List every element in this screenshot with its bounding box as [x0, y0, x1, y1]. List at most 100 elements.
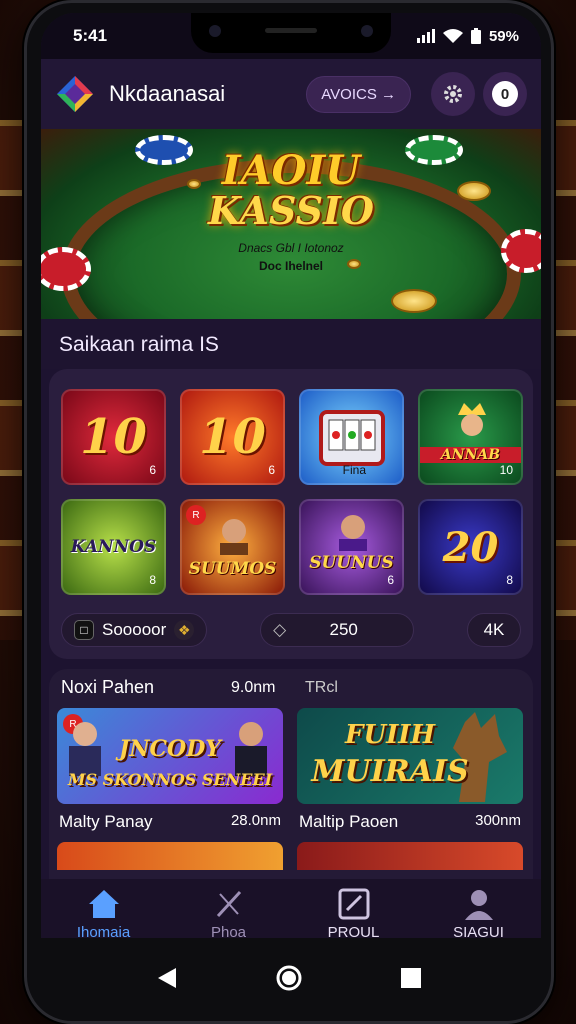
game-tile-label: ANNAB	[420, 447, 521, 463]
speaker-grille	[265, 28, 317, 33]
app-name: Nkdaanasai	[109, 81, 226, 106]
game-tile-label: SUUNUS	[309, 553, 394, 573]
status-icons: 59%	[416, 27, 519, 45]
featured-card-image: FUIIH MUIRAIS	[297, 708, 523, 804]
camera-notch	[191, 13, 391, 53]
settings-button[interactable]	[431, 72, 475, 116]
chip-icon: R	[186, 505, 206, 525]
game-tile-label: 10	[199, 409, 266, 465]
character-icon	[339, 515, 367, 551]
profile-badge: 0	[492, 81, 518, 107]
game-tile[interactable]: 10 6	[180, 389, 285, 485]
home-icon	[88, 889, 119, 918]
nav-home[interactable]: Ihomaia	[49, 888, 159, 939]
profile-button[interactable]: 0	[483, 72, 527, 116]
featured-cards: R JNCODY MS SKONNOS SENEEI Malty Panay 2…	[57, 708, 525, 870]
king-icon	[458, 403, 486, 436]
featured-card-price: 300nm	[475, 812, 521, 829]
nav-profile[interactable]: PROUL	[299, 888, 409, 938]
total-value: 4K	[483, 620, 505, 639]
featured-heading: Noxi Pahen	[61, 677, 155, 697]
status-bar: 5:41 59%	[41, 13, 541, 59]
promo-button[interactable]: AVOICS →	[306, 75, 411, 113]
back-icon[interactable]	[156, 966, 178, 990]
filter-pill[interactable]: □ Sooooor ❖	[61, 613, 208, 647]
hero-title-line1: IAOIU	[221, 147, 361, 194]
game-grid: 10 6 10 6 Fina ANNAB 10 KANNOS 8 R SUUMO…	[61, 389, 523, 595]
recents-icon[interactable]	[400, 967, 422, 989]
nav-play-label: Phoa	[210, 923, 247, 939]
game-tile[interactable]: R SUUMOS	[180, 499, 285, 595]
next-card-peek[interactable]	[57, 842, 283, 870]
game-tile-label: 10	[80, 409, 147, 465]
game-tile-badge: 10	[499, 463, 513, 477]
battery-percent: 59%	[488, 27, 519, 45]
featured-card-meta: Maltip Paoen 300nm	[297, 804, 523, 840]
game-tile[interactable]: ANNAB 10	[418, 389, 523, 485]
featured-card-subtitle: MS SKONNOS SENEEI	[67, 770, 273, 789]
phone-frame: 5:41 59% Nkdaanasai AVOICS → 0 IAOIU KAS…	[24, 0, 554, 1024]
nav-stage-label: SIAGUI	[453, 923, 504, 939]
hero-title-line2: KASSIO	[208, 188, 374, 233]
game-tile-label: 20	[442, 523, 499, 571]
total-pill[interactable]: 4K	[467, 613, 521, 647]
featured-card-name: Maltip Paoen	[299, 812, 399, 831]
sensor-icon	[361, 25, 373, 37]
game-tile[interactable]: 20 8	[418, 499, 523, 595]
game-tile-badge: 8	[149, 573, 156, 587]
bottom-nav: Ihomaia Phoa PROUL SIAGUI	[41, 879, 541, 938]
count-pill[interactable]: ◇ 250	[260, 613, 415, 647]
app-logo-icon[interactable]	[55, 74, 95, 114]
game-tile[interactable]: SUUNUS 6	[299, 499, 404, 595]
coin-icon	[391, 289, 437, 313]
game-tile[interactable]: Fina	[299, 389, 404, 485]
filter-icon: □	[74, 620, 94, 640]
game-tile-badge: 6	[387, 573, 394, 587]
app-screen: 5:41 59% Nkdaanasai AVOICS → 0 IAOIU KAS…	[41, 13, 541, 938]
game-tile-label: SUUMOS	[188, 559, 277, 579]
coin-icon: ❖	[174, 620, 195, 640]
next-card-peek[interactable]	[297, 842, 523, 870]
featured-card-title: JNCODY	[119, 736, 221, 762]
nav-play[interactable]: Phoa	[174, 888, 284, 939]
hero-title: IAOIU KASSIO	[41, 151, 541, 231]
filter-label: Sooooor	[102, 620, 167, 639]
featured-heading-value: 9.0nm	[231, 678, 276, 696]
home-circle-icon[interactable]	[275, 964, 303, 992]
featured-card-title: FUIIH	[344, 720, 436, 750]
nav-stage[interactable]: SIAGUI	[424, 888, 534, 939]
character-icon	[220, 519, 248, 555]
game-grid-panel: 10 6 10 6 Fina ANNAB 10 KANNOS 8 R SUUMO…	[49, 369, 533, 659]
featured-card-subtitle: MUIRAIS	[311, 754, 469, 789]
app-header: Nkdaanasai AVOICS → 0	[41, 59, 541, 129]
count-value: 250	[329, 620, 358, 639]
section-title: Saikaan raima IS	[41, 319, 541, 369]
battery-icon	[470, 28, 481, 44]
gear-icon	[444, 85, 462, 103]
featured-panel: Noxi Pahen 9.0nm TRcl R JNCODY MS SKONNO…	[49, 669, 533, 879]
game-tile-badge: 8	[506, 573, 513, 587]
featured-card-name: Malty Panay	[59, 812, 153, 831]
game-tile[interactable]: 10 6	[61, 389, 166, 485]
game-tile-label: KANNOS	[70, 537, 157, 557]
wifi-icon	[442, 29, 463, 43]
edit-icon	[338, 888, 369, 919]
grid-footer: □ Sooooor ❖ ◇ 250 4K	[61, 613, 521, 647]
featured-card[interactable]: R JNCODY MS SKONNOS SENEEI Malty Panay 2…	[57, 708, 283, 870]
featured-card-price: 28.0nm	[230, 812, 281, 829]
featured-card[interactable]: FUIIH MUIRAIS Maltip Paoen 300nm	[297, 708, 523, 870]
system-nav-bar	[27, 948, 551, 1008]
featured-heading-tag: TRcl	[305, 678, 338, 696]
nav-home-label: Ihomaia	[76, 923, 131, 939]
hero-banner[interactable]: IAOIU KASSIO Dnacs Gbl I Iotonoz Doc Ihe…	[41, 129, 541, 319]
user-icon	[464, 889, 493, 920]
diamond-icon: ◇	[273, 620, 287, 639]
hero-subtitle-2: Doc Ihelnel	[258, 259, 323, 273]
game-tile[interactable]: KANNOS 8	[61, 499, 166, 595]
game-tile-badge: Fina	[342, 463, 366, 477]
swords-icon	[216, 890, 241, 917]
hero-subtitle: Dnacs Gbl I Iotonoz	[238, 241, 344, 255]
slot-machine-icon	[318, 410, 385, 466]
camera-icon	[209, 25, 221, 37]
game-tile-badge: 6	[268, 463, 275, 477]
